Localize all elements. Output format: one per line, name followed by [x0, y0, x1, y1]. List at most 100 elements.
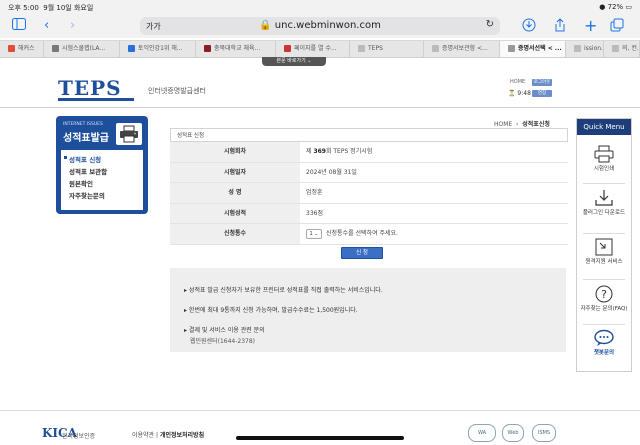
remote-support-icon: [595, 238, 613, 256]
download-icon: [595, 190, 613, 206]
printer-icon: [116, 123, 142, 145]
isms-certification-badge: ISMS: [532, 424, 556, 442]
left-nav: INTERNET ISSUES 성적표발급 성적표 신청성적표 보관함원본확인자…: [56, 116, 148, 214]
quick-chatbot-button[interactable]: 챗봇문의: [577, 329, 631, 357]
breadcrumb-current: 성적표신청: [522, 121, 550, 128]
tab-label: TEPS: [368, 45, 383, 52]
session-timer: ⏳ 9:48: [508, 90, 531, 97]
left-nav-item[interactable]: 원본확인: [69, 178, 93, 188]
logout-button[interactable]: 로그아웃: [532, 79, 552, 86]
form-row-copies: 신청통수 1 ⌄ 신청통수를 선택하여 주세요.: [170, 224, 568, 245]
svg-text:?: ?: [601, 288, 607, 301]
browser-tab[interactable]: 의, 컨...: [604, 41, 640, 57]
tab-favicon-icon: [508, 45, 515, 52]
browser-tab[interactable]: 증명서보관함 <...: [424, 41, 500, 57]
left-nav-menu: 성적표 신청성적표 보관함원본확인자주찾는문의: [61, 150, 143, 210]
terms-link[interactable]: 이용약관: [132, 432, 154, 439]
tab-favicon-icon: [8, 45, 15, 52]
tab-bar: 해커스 시험스쿨랩(LA... 토익인강1위 해... 충북대학교 체육... 페이지를…: [0, 40, 640, 58]
browser-tab[interactable]: 해커스: [0, 41, 44, 57]
info-box: 성적표 발급 신청자가 보유한 프린터로 성적표를 직접 출력하는 서비스입니다…: [170, 268, 566, 352]
faq-icon: ?: [595, 285, 613, 303]
skip-to-content-button[interactable]: 본문 바로가기 ⌄: [262, 57, 326, 66]
privacy-link[interactable]: 개인정보처리방침: [160, 432, 204, 439]
wa-certification-badge: WA: [468, 424, 496, 442]
tab-favicon-icon: [612, 45, 619, 52]
chatbot-icon: [594, 329, 614, 346]
application-form: 시험회차 제 369회 TEPS 정기시험 시험일자 2024년 08월 31일…: [170, 142, 568, 245]
contact-info: 웹민원센터(1644-2378): [190, 338, 255, 345]
tab-label: 페이지를 열 수...: [294, 45, 337, 52]
reload-icon[interactable]: ↻: [486, 19, 494, 30]
printer-icon: [594, 145, 614, 163]
home-indicator[interactable]: [236, 436, 404, 440]
left-nav-item[interactable]: 자주찾는문의: [69, 190, 105, 200]
web-certification-badge: Web: [502, 424, 524, 442]
tab-favicon-icon: [574, 45, 581, 52]
breadcrumb-home[interactable]: HOME: [494, 121, 512, 128]
site-title: 인터넷증명발급센터: [148, 87, 206, 95]
copies-select[interactable]: 1 ⌄: [306, 228, 322, 239]
quick-faq-button[interactable]: ? 자주찾는 문의(FAQ): [577, 285, 631, 313]
left-nav-item[interactable]: 성적표 신청: [63, 154, 101, 164]
status-time-date: 오후 5:00 9월 10일 화요일: [8, 4, 94, 12]
footer-divider: [0, 410, 640, 411]
tab-favicon-icon: [204, 45, 211, 52]
form-row-score: 시험성적 336점: [170, 203, 568, 224]
browser-tab[interactable]: 토익인강1위 해...: [120, 41, 196, 57]
form-row-name: 성 명 엄정훈: [170, 183, 568, 204]
download-icon[interactable]: [522, 18, 536, 37]
tab-favicon-icon: [128, 45, 135, 52]
quick-menu: Quick Menu 시험인쇄 플러그인 다운로드 원격지원 서비스 ? 자주찾…: [576, 118, 632, 372]
browser-tab[interactable]: 페이지를 열 수...: [276, 41, 350, 57]
browser-toolbar: ‹ › 가가 🔒 unc.webminwon.com ↻ +: [0, 14, 640, 38]
tab-label: ission.s...: [584, 45, 603, 52]
tab-label: 의, 컨...: [622, 45, 639, 52]
quick-menu-title: Quick Menu: [577, 119, 631, 135]
breadcrumb: HOME › 성적표신청: [494, 121, 550, 128]
quick-print-button[interactable]: 시험인쇄: [577, 145, 631, 173]
info-line: 한번에 최대 9통까지 신청 가능하며, 발급수수료는 1,500원입니다.: [184, 305, 358, 314]
tab-label: 증명서선택 < ...: [518, 45, 562, 52]
battery-indicator: ● 72% ▭: [599, 3, 632, 11]
info-line: 성적표 발급 신청자가 보유한 프린터로 성적표를 직접 출력하는 서비스입니다…: [184, 285, 383, 294]
teps-logo[interactable]: TEPS: [58, 76, 138, 101]
tab-label: 시험스쿨랩(LA...: [62, 45, 106, 52]
footer-links: 이용약관 | 개인정보처리방침: [132, 432, 205, 439]
tab-label: 증명서보관함 <...: [442, 45, 488, 52]
apply-button[interactable]: 신 청: [341, 247, 383, 259]
form-row-exam-round: 시험회차 제 369회 TEPS 정기시험: [170, 142, 568, 163]
tab-favicon-icon: [432, 45, 439, 52]
info-line: 결제 및 서비스 이용 관련 문의: [184, 325, 265, 334]
quick-plugin-download-button[interactable]: 플러그인 다운로드: [577, 189, 631, 217]
status-bar: 오후 5:00 9월 10일 화요일 ● 72% ▭: [0, 0, 640, 14]
forward-icon[interactable]: ›: [70, 18, 75, 34]
kica-logo-subtitle: 한국정보인증: [62, 433, 96, 440]
tab-label: 해커스: [18, 45, 35, 52]
new-tab-icon[interactable]: +: [584, 18, 597, 34]
browser-tab[interactable]: 충북대학교 체육...: [196, 41, 276, 57]
left-nav-item[interactable]: 성적표 보관함: [69, 166, 107, 176]
quick-remote-support-button[interactable]: 원격지원 서비스: [577, 238, 631, 266]
header-divider: [0, 107, 640, 108]
sidebar-toggle-icon[interactable]: [12, 18, 26, 35]
browser-tab[interactable]: TEPS: [350, 41, 424, 57]
browser-tab[interactable]: 증명서선택 < ...: [500, 41, 566, 57]
timer-icon: ⏳: [508, 90, 516, 97]
browser-tab[interactable]: 시험스쿨랩(LA...: [44, 41, 120, 57]
back-icon[interactable]: ‹: [44, 18, 49, 34]
tab-label: 토익인강1위 해...: [138, 45, 183, 52]
tab-favicon-icon: [284, 45, 291, 52]
extend-session-button[interactable]: 연장: [532, 90, 552, 97]
address-bar[interactable]: 가가 🔒 unc.webminwon.com ↻: [140, 17, 500, 35]
url-text: 🔒 unc.webminwon.com: [259, 20, 381, 31]
left-nav-subtitle: INTERNET ISSUES: [63, 122, 103, 127]
form-header: 성적표 신청: [170, 128, 568, 142]
share-icon[interactable]: [554, 18, 566, 37]
copies-hint: 신청통수를 선택하여 주세요.: [326, 230, 398, 237]
browser-tab[interactable]: ission.s...: [566, 41, 604, 57]
tabs-overview-icon[interactable]: [610, 18, 624, 37]
form-row-exam-date: 시험일자 2024년 08월 31일: [170, 162, 568, 183]
header-home-link[interactable]: HOME: [510, 79, 525, 85]
left-nav-title: 성적표발급: [63, 133, 109, 144]
